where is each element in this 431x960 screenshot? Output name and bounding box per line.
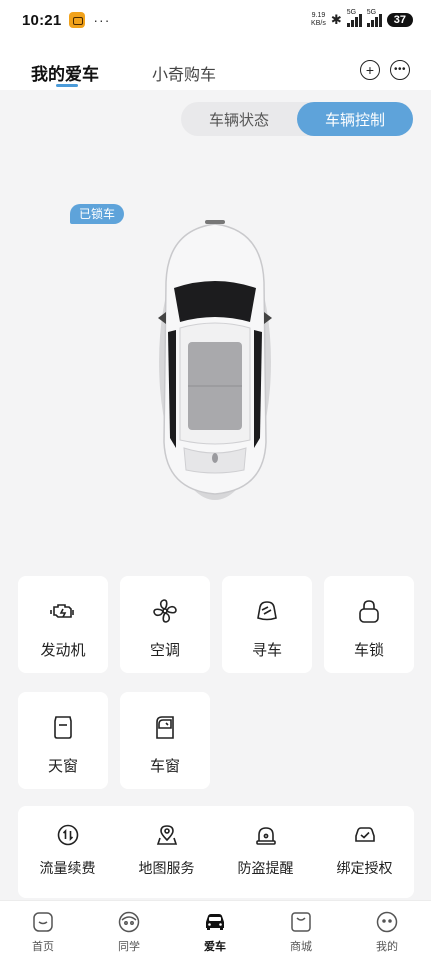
control-card-find-car[interactable]: 寻车 <box>222 576 312 673</box>
alarm-icon <box>256 827 276 845</box>
control-label: 车锁 <box>353 642 384 659</box>
nav-profile[interactable]: 我的 <box>344 901 430 960</box>
battery-indicator: 37 <box>386 13 413 27</box>
car-top-view-image <box>158 220 272 500</box>
control-card-window[interactable]: 车窗 <box>120 692 210 789</box>
control-label: 寻车 <box>251 642 282 659</box>
status-time: 10:21 <box>22 11 62 29</box>
lock-status-badge: 已锁车 <box>70 204 125 224</box>
map-pin-icon <box>156 825 178 845</box>
car-auth-icon <box>355 827 375 842</box>
message-icon[interactable]: ••• <box>390 60 410 80</box>
bottom-nav: 首页 同学 爱车 商城 我的 <box>0 900 431 960</box>
signal-icon: 5G <box>366 9 382 27</box>
control-label: 发动机 <box>40 642 86 659</box>
car-window-icon <box>156 716 174 739</box>
control-card-ac[interactable]: 空调 <box>120 576 210 673</box>
service-map[interactable]: 地图服务 <box>117 806 216 898</box>
nav-label: 我的 <box>376 941 398 953</box>
lock-icon <box>359 600 379 623</box>
bluetooth-icon: ✱ <box>330 12 342 27</box>
service-label: 地图服务 <box>138 860 195 876</box>
sim2-label: 5G <box>366 9 377 16</box>
service-label: 防盗提醒 <box>237 860 294 876</box>
status-bar: 10:21 ··· 9.19 KB/s ✱ 5G 5G 37 <box>0 0 431 40</box>
find-car-icon <box>257 601 277 621</box>
service-bind-auth[interactable]: 绑定授权 <box>315 806 414 898</box>
nav-label: 首页 <box>32 941 54 953</box>
service-anti-theft[interactable]: 防盗提醒 <box>216 806 315 898</box>
engine-icon <box>50 604 74 618</box>
active-tab-indicator <box>56 84 78 87</box>
network-speed: 9.19 KB/s <box>311 12 326 28</box>
services-panel: 流量续费 地图服务 防盗提醒 绑定授权 <box>18 806 414 898</box>
nav-mall[interactable]: 商城 <box>258 901 344 960</box>
nav-label: 爱车 <box>204 941 226 953</box>
mall-icon <box>291 912 311 932</box>
control-label: 天窗 <box>47 758 78 775</box>
control-label: 车窗 <box>149 758 180 775</box>
service-label: 流量续费 <box>39 860 96 876</box>
network-speed-value: 9.19 <box>311 12 326 19</box>
profile-icon <box>376 911 398 933</box>
app-notification-icon <box>69 12 86 28</box>
control-card-engine[interactable]: 发动机 <box>18 576 108 673</box>
nav-label: 同学 <box>118 941 140 953</box>
control-card-sunroof[interactable]: 天窗 <box>18 692 108 789</box>
tab-my-car[interactable]: 我的爱车 <box>31 60 99 85</box>
nav-label: 商城 <box>290 941 312 953</box>
car-icon <box>206 914 224 930</box>
data-renew-icon <box>57 824 79 846</box>
top-header: 我的爱车 小奇购车 + ••• <box>0 40 431 90</box>
segment-vehicle-status[interactable]: 车辆状态 <box>181 102 297 136</box>
sunroof-icon <box>54 716 72 739</box>
segment-vehicle-control[interactable]: 车辆控制 <box>297 102 413 136</box>
nav-my-car[interactable]: 爱车 <box>172 901 258 960</box>
nav-friends[interactable]: 同学 <box>86 901 172 960</box>
more-notifications-icon: ··· <box>93 12 111 28</box>
control-card-lock[interactable]: 车锁 <box>324 576 414 673</box>
add-icon[interactable]: + <box>360 60 380 80</box>
fan-icon <box>153 599 177 623</box>
tab-buy-car[interactable]: 小奇购车 <box>152 61 216 85</box>
home-icon <box>33 912 53 932</box>
signal-icon: 5G <box>346 9 362 27</box>
friends-icon <box>118 911 140 933</box>
sim1-label: 5G <box>346 9 357 16</box>
network-speed-unit: KB/s <box>311 20 326 27</box>
nav-home[interactable]: 首页 <box>0 901 86 960</box>
service-label: 绑定授权 <box>336 860 393 876</box>
view-segmented-control: 车辆状态 车辆控制 <box>181 102 413 136</box>
service-data-renew[interactable]: 流量续费 <box>18 806 117 898</box>
control-label: 空调 <box>149 642 180 659</box>
